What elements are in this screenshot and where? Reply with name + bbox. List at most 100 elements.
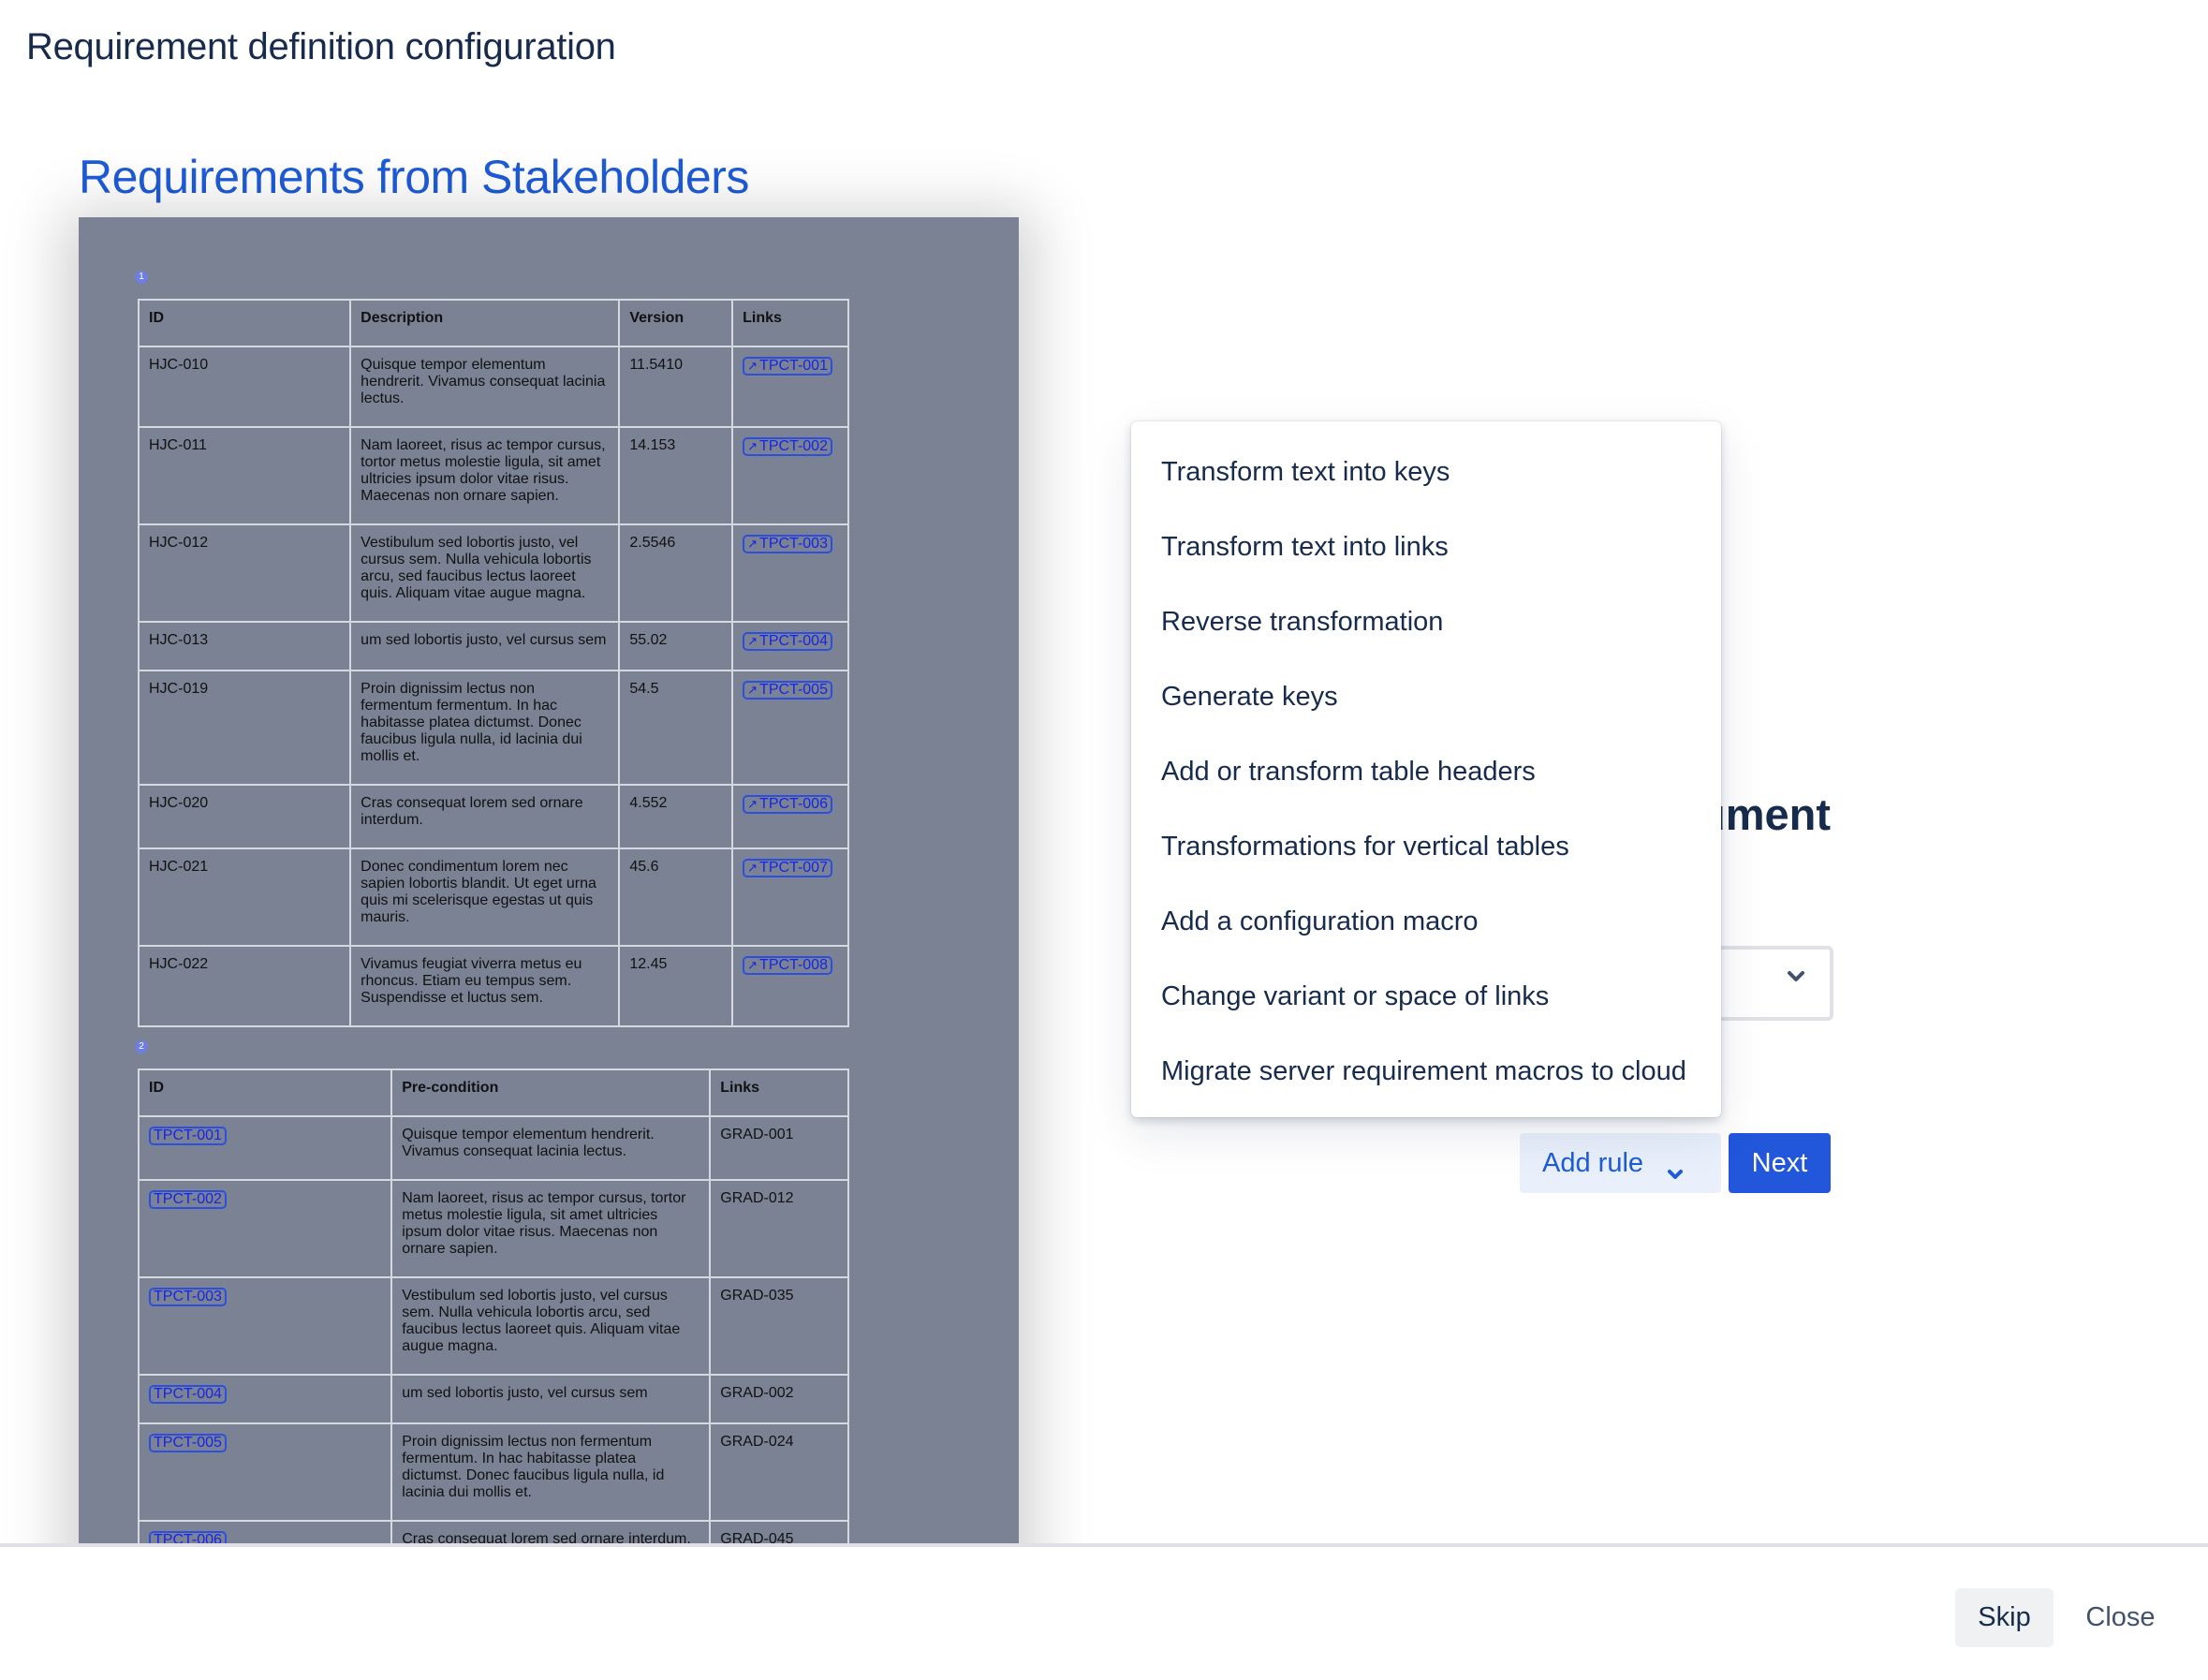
table-row: TPCT-003 Vestibulum sed lobortis justo, v… bbox=[137, 1276, 849, 1376]
link-chip[interactable]: ↗ TPCT-005 bbox=[743, 681, 832, 700]
table-number-badge: 1 bbox=[135, 271, 148, 284]
document-title: Requirements from Stakeholders bbox=[79, 151, 749, 203]
arrow-up-right-icon: ↗ bbox=[747, 537, 758, 551]
table-row: TPCT-002 Nam laoreet, risus ac tempor cur… bbox=[137, 1179, 849, 1278]
version-cell: 12.45 bbox=[618, 945, 734, 1027]
link-chip[interactable]: ↗ TPCT-007 bbox=[743, 859, 832, 877]
next-button[interactable]: Next bbox=[1729, 1133, 1831, 1193]
add-rule-menu: Transform text into keys Transform text … bbox=[1131, 421, 1721, 1117]
description-cell: um sed lobortis justo, vel cursus sem bbox=[349, 621, 621, 671]
key-chip[interactable]: TPCT-003 bbox=[149, 1288, 227, 1306]
description-cell: Donec condimentum lorem nec sapien lobor… bbox=[349, 847, 621, 947]
arrow-up-right-icon: ↗ bbox=[747, 797, 758, 811]
links-cell: GRAD-024 bbox=[709, 1422, 849, 1522]
requirement-id-cell: HJC-019 bbox=[137, 670, 352, 786]
requirement-id-cell: HJC-013 bbox=[137, 621, 352, 671]
key-chip[interactable]: TPCT-001 bbox=[149, 1127, 227, 1145]
key-chip[interactable]: TPCT-002 bbox=[149, 1190, 227, 1209]
preconditions-table: ID Pre-condition Links TPCT-001 Quisque t… bbox=[137, 1068, 849, 1543]
requirements-table: ID Description Version Links HJC-010 Quis… bbox=[137, 299, 849, 1027]
column-header: ID bbox=[137, 299, 352, 347]
arrow-up-right-icon: ↗ bbox=[747, 683, 758, 697]
close-button[interactable]: Close bbox=[2071, 1588, 2170, 1647]
key-chip[interactable]: TPCT-006 bbox=[149, 1531, 227, 1543]
dialog-title: Requirement definition configuration bbox=[26, 26, 616, 67]
key-cell: TPCT-004 bbox=[137, 1374, 393, 1424]
table-row: TPCT-001 Quisque tempor elementum hendrer… bbox=[137, 1115, 849, 1181]
table-row: TPCT-006 Cras consequat lorem sed ornare … bbox=[137, 1520, 849, 1543]
table-header-row: ID Pre-condition Links bbox=[137, 1068, 849, 1117]
table-row: TPCT-005 Proin dignissim lectus non ferme… bbox=[137, 1422, 849, 1522]
table-row: HJC-019 Proin dignissim lectus non fermen… bbox=[137, 670, 849, 786]
version-cell: 4.552 bbox=[618, 784, 734, 849]
description-cell: Quisque tempor elementum hendrerit. Viva… bbox=[349, 346, 621, 428]
column-header: Links bbox=[731, 299, 849, 347]
description-cell: Proin dignissim lectus non fermentum fer… bbox=[349, 670, 621, 786]
menu-item-transform-text-into-links[interactable]: Transform text into links bbox=[1131, 509, 1721, 584]
table-number-badge: 2 bbox=[135, 1040, 148, 1054]
table-header-row: ID Description Version Links bbox=[137, 299, 849, 347]
version-cell: 11.5410 bbox=[618, 346, 734, 428]
table-row: HJC-022 Vivamus feugiat viverra metus eu … bbox=[137, 945, 849, 1027]
column-header: Links bbox=[709, 1068, 849, 1117]
link-chip[interactable]: ↗ TPCT-008 bbox=[743, 956, 832, 975]
key-chip[interactable]: TPCT-004 bbox=[149, 1385, 227, 1404]
precondition-cell: um sed lobortis justo, vel cursus sem bbox=[390, 1374, 712, 1424]
link-key: TPCT-008 bbox=[759, 957, 828, 973]
column-header: ID bbox=[137, 1068, 393, 1117]
links-cell: GRAD-002 bbox=[709, 1374, 849, 1424]
document-preview: 1 ID Description Version Links HJC-010 Qu… bbox=[79, 217, 1019, 1543]
table-row: HJC-012 Vestibulum sed lobortis justo, ve… bbox=[137, 523, 849, 623]
table-row: HJC-021 Donec condimentum lorem nec sapie… bbox=[137, 847, 849, 947]
arrow-up-right-icon: ↗ bbox=[747, 359, 758, 373]
menu-item-change-variant[interactable]: Change variant or space of links bbox=[1131, 959, 1721, 1034]
link-chip[interactable]: ↗ TPCT-004 bbox=[743, 632, 832, 651]
link-key: TPCT-005 bbox=[759, 682, 828, 698]
version-cell: 55.02 bbox=[618, 621, 734, 671]
key-chip[interactable]: TPCT-005 bbox=[149, 1434, 227, 1452]
menu-item-reverse-transformation[interactable]: Reverse transformation bbox=[1131, 584, 1721, 659]
arrow-up-right-icon: ↗ bbox=[747, 439, 758, 453]
menu-item-configuration-macro[interactable]: Add a configuration macro bbox=[1131, 884, 1721, 959]
link-chip[interactable]: ↗ TPCT-001 bbox=[743, 357, 832, 376]
description-cell: Vivamus feugiat viverra metus eu rhoncus… bbox=[349, 945, 621, 1027]
links-cell: ↗ TPCT-001 bbox=[731, 346, 849, 428]
links-cell: ↗ TPCT-002 bbox=[731, 426, 849, 525]
menu-item-migrate-server-macros[interactable]: Migrate server requirement macros to clo… bbox=[1131, 1034, 1721, 1109]
arrow-up-right-icon: ↗ bbox=[747, 958, 758, 972]
link-key: TPCT-006 bbox=[759, 796, 828, 812]
description-cell: Cras consequat lorem sed ornare interdum… bbox=[349, 784, 621, 849]
table-row: HJC-020 Cras consequat lorem sed ornare i… bbox=[137, 784, 849, 849]
links-cell: GRAD-035 bbox=[709, 1276, 849, 1376]
content-scroll-area[interactable]: Requirements from Stakeholders 1 ID Desc… bbox=[0, 84, 2208, 1543]
key-cell: TPCT-006 bbox=[137, 1520, 393, 1543]
version-cell: 2.5546 bbox=[618, 523, 734, 623]
column-header: Pre-condition bbox=[390, 1068, 712, 1117]
requirement-id-cell: HJC-012 bbox=[137, 523, 352, 623]
table-row: HJC-010 Quisque tempor elementum hendreri… bbox=[137, 346, 849, 428]
version-cell: 45.6 bbox=[618, 847, 734, 947]
requirement-id-cell: HJC-022 bbox=[137, 945, 352, 1027]
links-cell: ↗ TPCT-005 bbox=[731, 670, 849, 786]
menu-item-table-headers[interactable]: Add or transform table headers bbox=[1131, 734, 1721, 809]
link-chip[interactable]: ↗ TPCT-003 bbox=[743, 535, 832, 553]
menu-item-generate-keys[interactable]: Generate keys bbox=[1131, 659, 1721, 734]
link-key: TPCT-007 bbox=[759, 860, 828, 876]
footer-divider bbox=[0, 1543, 2208, 1547]
skip-button[interactable]: Skip bbox=[1955, 1588, 2053, 1647]
version-cell: 54.5 bbox=[618, 670, 734, 786]
links-cell: GRAD-001 bbox=[709, 1115, 849, 1181]
requirement-id-cell: HJC-020 bbox=[137, 784, 352, 849]
precondition-cell: Proin dignissim lectus non fermentum fer… bbox=[390, 1422, 712, 1522]
menu-item-transform-text-into-keys[interactable]: Transform text into keys bbox=[1131, 435, 1721, 509]
column-header: Description bbox=[349, 299, 621, 347]
link-key: TPCT-004 bbox=[759, 633, 828, 649]
table-row: HJC-013 um sed lobortis justo, vel cursus… bbox=[137, 621, 849, 671]
column-header: Version bbox=[618, 299, 734, 347]
menu-item-vertical-tables[interactable]: Transformations for vertical tables bbox=[1131, 809, 1721, 884]
links-cell: ↗ TPCT-007 bbox=[731, 847, 849, 947]
link-key: TPCT-002 bbox=[759, 438, 828, 454]
link-chip[interactable]: ↗ TPCT-002 bbox=[743, 437, 832, 456]
add-rule-button[interactable]: Add rule bbox=[1520, 1133, 1721, 1193]
link-chip[interactable]: ↗ TPCT-006 bbox=[743, 795, 832, 814]
